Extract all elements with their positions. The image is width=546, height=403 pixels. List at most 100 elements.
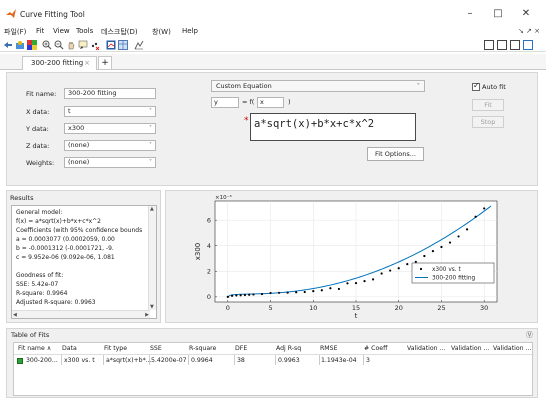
main-plot-icon[interactable] bbox=[106, 40, 116, 50]
data-point bbox=[337, 287, 341, 291]
x-data-value: t bbox=[68, 107, 71, 115]
data-point bbox=[286, 291, 289, 294]
exclude-outliers-icon[interactable] bbox=[90, 40, 100, 50]
modified-marker: * bbox=[244, 116, 249, 126]
results-horizontal-scrollbar[interactable]: ◀ ▶ bbox=[12, 310, 150, 318]
column-header[interactable]: Fit name ∧ bbox=[18, 345, 51, 352]
fit-plot[interactable]: 0 5 10 15 20 25 30 0 2 4 6 ×10⁻³ t x300 x300 vs. t 300-… bbox=[166, 191, 537, 322]
menu-window[interactable]: 창(W) bbox=[152, 27, 171, 37]
table-cell-data[interactable]: x300 vs. t bbox=[64, 357, 95, 364]
column-header[interactable]: # Coeff bbox=[364, 345, 387, 352]
scroll-left-icon[interactable]: ◀ bbox=[13, 312, 17, 318]
tab-close-icon[interactable]: × bbox=[84, 57, 90, 69]
color-grid-icon[interactable] bbox=[27, 40, 37, 50]
results-header: Results bbox=[10, 194, 34, 202]
results-vertical-scrollbar[interactable]: ▲ ▼ bbox=[148, 206, 156, 310]
tile-grid-icon[interactable] bbox=[484, 40, 494, 50]
zoom-out-icon[interactable] bbox=[54, 40, 64, 50]
y-data-select[interactable]: x300 ˅ bbox=[64, 123, 156, 134]
data-point bbox=[252, 293, 255, 296]
independent-variable-input[interactable]: x bbox=[257, 97, 284, 108]
dependent-variable-input[interactable]: y bbox=[211, 97, 239, 108]
table-cell-adj-rsq[interactable]: 0.9963 bbox=[278, 357, 300, 364]
tile-columns-icon[interactable] bbox=[497, 40, 507, 50]
legend-icon[interactable] bbox=[134, 40, 144, 50]
column-header[interactable]: Validation ... bbox=[451, 345, 489, 352]
data-point bbox=[431, 250, 435, 253]
zoom-in-icon[interactable] bbox=[42, 40, 52, 50]
menu-tools[interactable]: Tools bbox=[76, 27, 93, 35]
table-cell-num-coeff[interactable]: 3 bbox=[366, 357, 370, 364]
stop-button[interactable]: Stop bbox=[472, 116, 504, 128]
scroll-right-icon[interactable]: ▶ bbox=[145, 312, 149, 318]
single-layout-icon[interactable] bbox=[523, 40, 533, 50]
fit-button[interactable]: Fit bbox=[472, 99, 504, 111]
column-header[interactable]: SSE bbox=[150, 345, 162, 352]
column-header[interactable]: Adj R-sq bbox=[276, 345, 301, 352]
minimize-button[interactable]: – bbox=[459, 6, 481, 22]
column-header[interactable]: Validation ... bbox=[493, 345, 531, 352]
column-header[interactable]: Fit type bbox=[104, 345, 127, 352]
column-header[interactable]: RMSE bbox=[320, 345, 337, 352]
column-header[interactable]: R-square bbox=[189, 345, 216, 352]
menu-file[interactable]: 파일(F) bbox=[4, 27, 26, 37]
y-exponent-label: ×10⁻³ bbox=[215, 194, 232, 201]
auto-fit-label: Auto fit bbox=[482, 83, 506, 91]
table-icon[interactable] bbox=[118, 40, 128, 50]
collapse-icon[interactable]: Ⓥ bbox=[526, 330, 533, 340]
table-cell-sse[interactable]: 5.4200e-07 bbox=[151, 357, 187, 364]
data-point bbox=[303, 290, 306, 294]
scroll-up-icon[interactable]: ▲ bbox=[150, 206, 154, 212]
y-data-value: x300 bbox=[68, 124, 85, 132]
x-tick-label: 25 bbox=[437, 304, 445, 312]
table-cell-rsquare[interactable]: 0.9964 bbox=[191, 357, 213, 364]
cell-divider bbox=[319, 355, 320, 365]
header-divider bbox=[14, 354, 534, 355]
table-cell-rmse[interactable]: 1.1943e-04 bbox=[321, 357, 357, 364]
results-text-area[interactable]: General model: f(x) = a*sqrt(x)+b*x+c*x^… bbox=[11, 205, 157, 319]
tile-rows-icon[interactable] bbox=[510, 40, 520, 50]
x-data-select[interactable]: t ˅ bbox=[64, 106, 156, 117]
data-point bbox=[440, 245, 443, 249]
x-tick-label: 10 bbox=[309, 304, 317, 312]
menu-help[interactable]: Help bbox=[182, 27, 198, 35]
new-tab-button[interactable]: + bbox=[98, 56, 112, 70]
weights-select[interactable]: (none) ˅ bbox=[64, 157, 156, 168]
pan-icon[interactable] bbox=[66, 40, 76, 50]
fit-options-button[interactable]: Fit Options... bbox=[367, 147, 424, 161]
cell-divider bbox=[234, 355, 235, 365]
auto-fit-checkbox[interactable]: Auto fit bbox=[472, 81, 506, 91]
menu-desktop[interactable]: 데스크탑(D) bbox=[101, 27, 138, 37]
data-cursor-icon[interactable] bbox=[78, 40, 88, 50]
data-point bbox=[260, 292, 264, 296]
new-fit-icon[interactable] bbox=[3, 40, 13, 50]
menu-view[interactable]: View bbox=[53, 27, 70, 35]
data-point bbox=[346, 282, 349, 285]
y-tick-label: 6 bbox=[207, 216, 211, 224]
maximize-button[interactable]: □ bbox=[487, 6, 509, 22]
results-line: Coefficients (with 95% confidence bounds bbox=[16, 227, 143, 234]
x-tick-label: 0 bbox=[226, 304, 230, 312]
column-header[interactable]: Validation ... bbox=[407, 345, 445, 352]
menu-fit[interactable]: Fit bbox=[36, 27, 44, 35]
equation-input[interactable]: a*sqrt(x)+b*x+c*x^2 bbox=[250, 113, 416, 141]
table-cell-fit-type[interactable]: a*sqrt(x)+b*... bbox=[106, 357, 152, 364]
table-cell-dfe[interactable]: 38 bbox=[237, 357, 245, 364]
table-cell-fit-name[interactable]: 300-200... bbox=[26, 357, 58, 364]
close-button[interactable]: ✕ bbox=[515, 6, 537, 22]
undock-tools[interactable]: ↘ ↗ × bbox=[518, 27, 540, 35]
x-axis-label: t bbox=[355, 312, 358, 320]
z-data-select[interactable]: (none) ˅ bbox=[64, 140, 156, 151]
fit-type-select[interactable]: Custom Equation ˅ bbox=[211, 80, 425, 92]
cell-divider bbox=[188, 355, 189, 365]
x-tick-label: 15 bbox=[352, 304, 360, 312]
scroll-down-icon[interactable]: ▼ bbox=[150, 304, 154, 310]
column-header[interactable]: DFE bbox=[235, 345, 247, 352]
tab-300-200-fitting[interactable]: 300-200 fitting × bbox=[22, 56, 97, 70]
fit-name-input[interactable]: 300-200 fitting bbox=[64, 88, 156, 99]
data-icon[interactable] bbox=[15, 40, 25, 50]
z-data-label: Z data: bbox=[26, 142, 50, 150]
column-header[interactable]: Data bbox=[62, 345, 77, 352]
data-point bbox=[230, 294, 234, 297]
legend-label-fit: 300-200 fitting bbox=[432, 276, 476, 282]
